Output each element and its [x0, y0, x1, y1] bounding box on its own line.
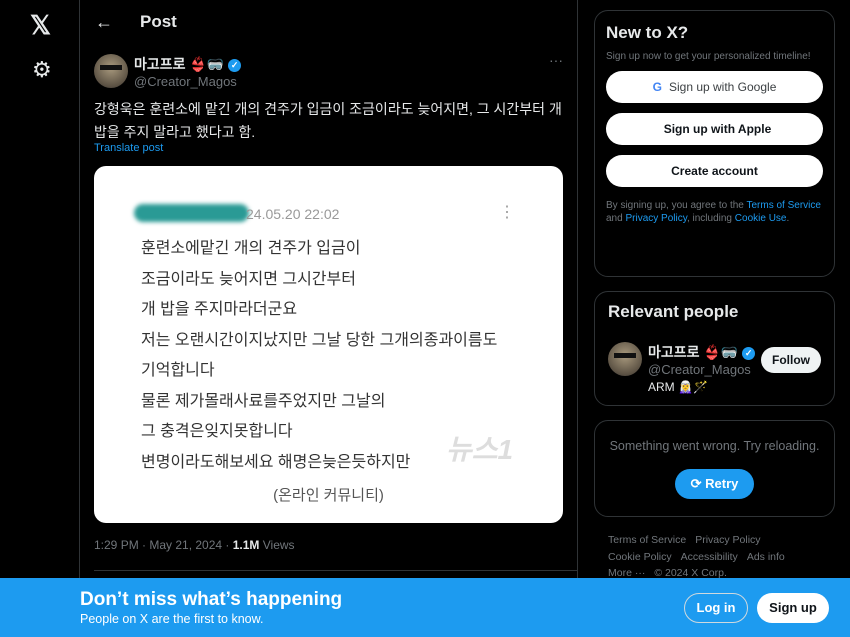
- image-line: 그 충격은잊지못합니다: [141, 423, 293, 440]
- post-author[interactable]: 마고프로 👙🥽 ✓ @Creator_Magos: [94, 54, 242, 89]
- terms-text: .: [786, 213, 790, 224]
- image-line: 변명이라도해보세요 해명은늦은듯하지만: [141, 453, 411, 471]
- handle[interactable]: @Creator_Magos: [648, 362, 755, 377]
- cookie-link[interactable]: Cookie Use: [735, 213, 787, 224]
- terms-text: , including: [686, 213, 735, 224]
- retry-label: Retry: [705, 476, 739, 491]
- image-line: 훈련소에맡긴 개의 견주가 입금이: [141, 240, 361, 257]
- error-message: Something went wrong. Try reloading.: [609, 439, 820, 453]
- terms-link[interactable]: Terms of Service: [746, 200, 820, 211]
- divider: [94, 570, 577, 571]
- x-logo-icon[interactable]: 𝕏: [30, 10, 51, 41]
- name-emoji: 👙🥽: [703, 344, 739, 360]
- avatar[interactable]: [94, 54, 128, 88]
- footer-link[interactable]: Ads info: [747, 551, 785, 563]
- gear-icon[interactable]: ⚙: [32, 57, 52, 83]
- image-text: 훈련소에맡긴 개의 견주가 입금이 조금이라도 늦어지면 그시간부터 개 밥을 …: [141, 234, 497, 478]
- relevant-title: Relevant people: [608, 302, 739, 321]
- header: ← Post: [81, 0, 577, 44]
- translate-post-link[interactable]: Translate post: [94, 142, 163, 154]
- main-column: ← Post 마고프로 👙🥽 ✓ @Creator_Magos ··· 강형욱은…: [81, 0, 578, 637]
- footer-link[interactable]: Cookie Policy: [608, 551, 672, 563]
- bio: ARM 🧝‍♀️🪄: [648, 380, 708, 394]
- views-count: 1.1M: [232, 538, 260, 552]
- privacy-link[interactable]: Privacy Policy: [625, 213, 687, 224]
- post-text: 강형욱은 훈련소에 맡긴 개의 견주가 입금이 조금이라도 늦어지면, 그 시간…: [94, 101, 562, 140]
- signup-card: New to X? Sign up now to get your person…: [594, 10, 835, 277]
- page-title: Post: [140, 12, 177, 31]
- banner-subtitle: People on X are the first to know.: [80, 612, 264, 626]
- verified-badge-icon: ✓: [742, 346, 756, 360]
- display-name[interactable]: 마고프로: [134, 56, 186, 72]
- create-account-button[interactable]: Create account: [606, 155, 823, 187]
- google-signup-button[interactable]: G Sign up with Google: [606, 71, 823, 103]
- signup-title: New to X?: [606, 23, 689, 42]
- image-date: 24.05.20 22:02: [246, 206, 340, 222]
- relevant-person[interactable]: 마고프로 👙🥽 ✓ @Creator_Magos ARM 🧝‍♀️🪄: [608, 342, 756, 394]
- relevant-people-card: Relevant people 마고프로 👙🥽 ✓ @Creator_Magos…: [594, 291, 835, 406]
- watermark: 뉴스1: [446, 434, 514, 465]
- handle[interactable]: @Creator_Magos: [134, 74, 241, 89]
- terms-text: By signing up, you agree to the: [606, 200, 747, 211]
- footer-link[interactable]: Privacy Policy: [695, 534, 760, 546]
- blurred-username: [134, 204, 249, 222]
- follow-button[interactable]: Follow: [761, 347, 821, 373]
- avatar[interactable]: [608, 342, 642, 376]
- post-time[interactable]: 1:29 PM · May 21, 2024 ·: [94, 538, 233, 552]
- image-line: 조금이라도 늦어지면 그시간부터: [141, 270, 356, 288]
- views-label: Views: [259, 538, 295, 552]
- refresh-icon: ⟳: [690, 476, 706, 491]
- signup-terms: By signing up, you agree to the Terms of…: [606, 199, 823, 225]
- signup-banner: Don’t miss what’s happening People on X …: [0, 578, 850, 637]
- kebab-icon: ⋮: [499, 204, 515, 221]
- name-emoji: 👙🥽: [189, 56, 225, 72]
- back-arrow-icon[interactable]: ←: [95, 12, 140, 33]
- footer-link[interactable]: Terms of Service: [608, 534, 686, 546]
- signup-button[interactable]: Sign up: [757, 593, 829, 623]
- apple-signup-button[interactable]: Sign up with Apple: [606, 113, 823, 145]
- footer-link[interactable]: Accessibility: [681, 551, 738, 563]
- banner-title: Don’t miss what’s happening: [80, 589, 343, 610]
- image-line: 물론 제가몰래사료를주었지만 그날의: [141, 392, 386, 410]
- display-name[interactable]: 마고프로: [648, 344, 700, 360]
- google-label: Sign up with Google: [668, 80, 777, 94]
- google-icon: G: [652, 80, 662, 94]
- signup-subtitle: Sign up now to get your personalized tim…: [606, 51, 811, 62]
- error-card: Something went wrong. Try reloading. ⟳ R…: [594, 420, 835, 517]
- more-options-icon[interactable]: ···: [549, 52, 563, 68]
- login-button[interactable]: Log in: [684, 593, 748, 623]
- image-line: 개 밥을 주지마라더군요: [141, 301, 298, 318]
- post-meta: 1:29 PM · May 21, 2024 · 1.1M Views: [94, 538, 295, 552]
- image-line: 기억합니다: [141, 362, 215, 379]
- left-nav: 𝕏 ⚙: [0, 0, 80, 637]
- image-source: (온라인 커뮤니티): [273, 487, 384, 504]
- apple-label: Sign up with Apple: [663, 122, 772, 136]
- image-line: 저는 오랜시간이지났지만 그날 당한 그개의종과이름도: [141, 331, 498, 349]
- post-image[interactable]: 24.05.20 22:02 ⋮ 훈련소에맡긴 개의 견주가 입금이 조금이라도…: [94, 166, 563, 523]
- retry-button[interactable]: ⟳ Retry: [674, 469, 755, 499]
- verified-badge-icon: ✓: [228, 58, 242, 72]
- terms-text: and: [606, 213, 626, 224]
- footer-links: Terms of Service Privacy Policy Cookie Po…: [608, 532, 838, 582]
